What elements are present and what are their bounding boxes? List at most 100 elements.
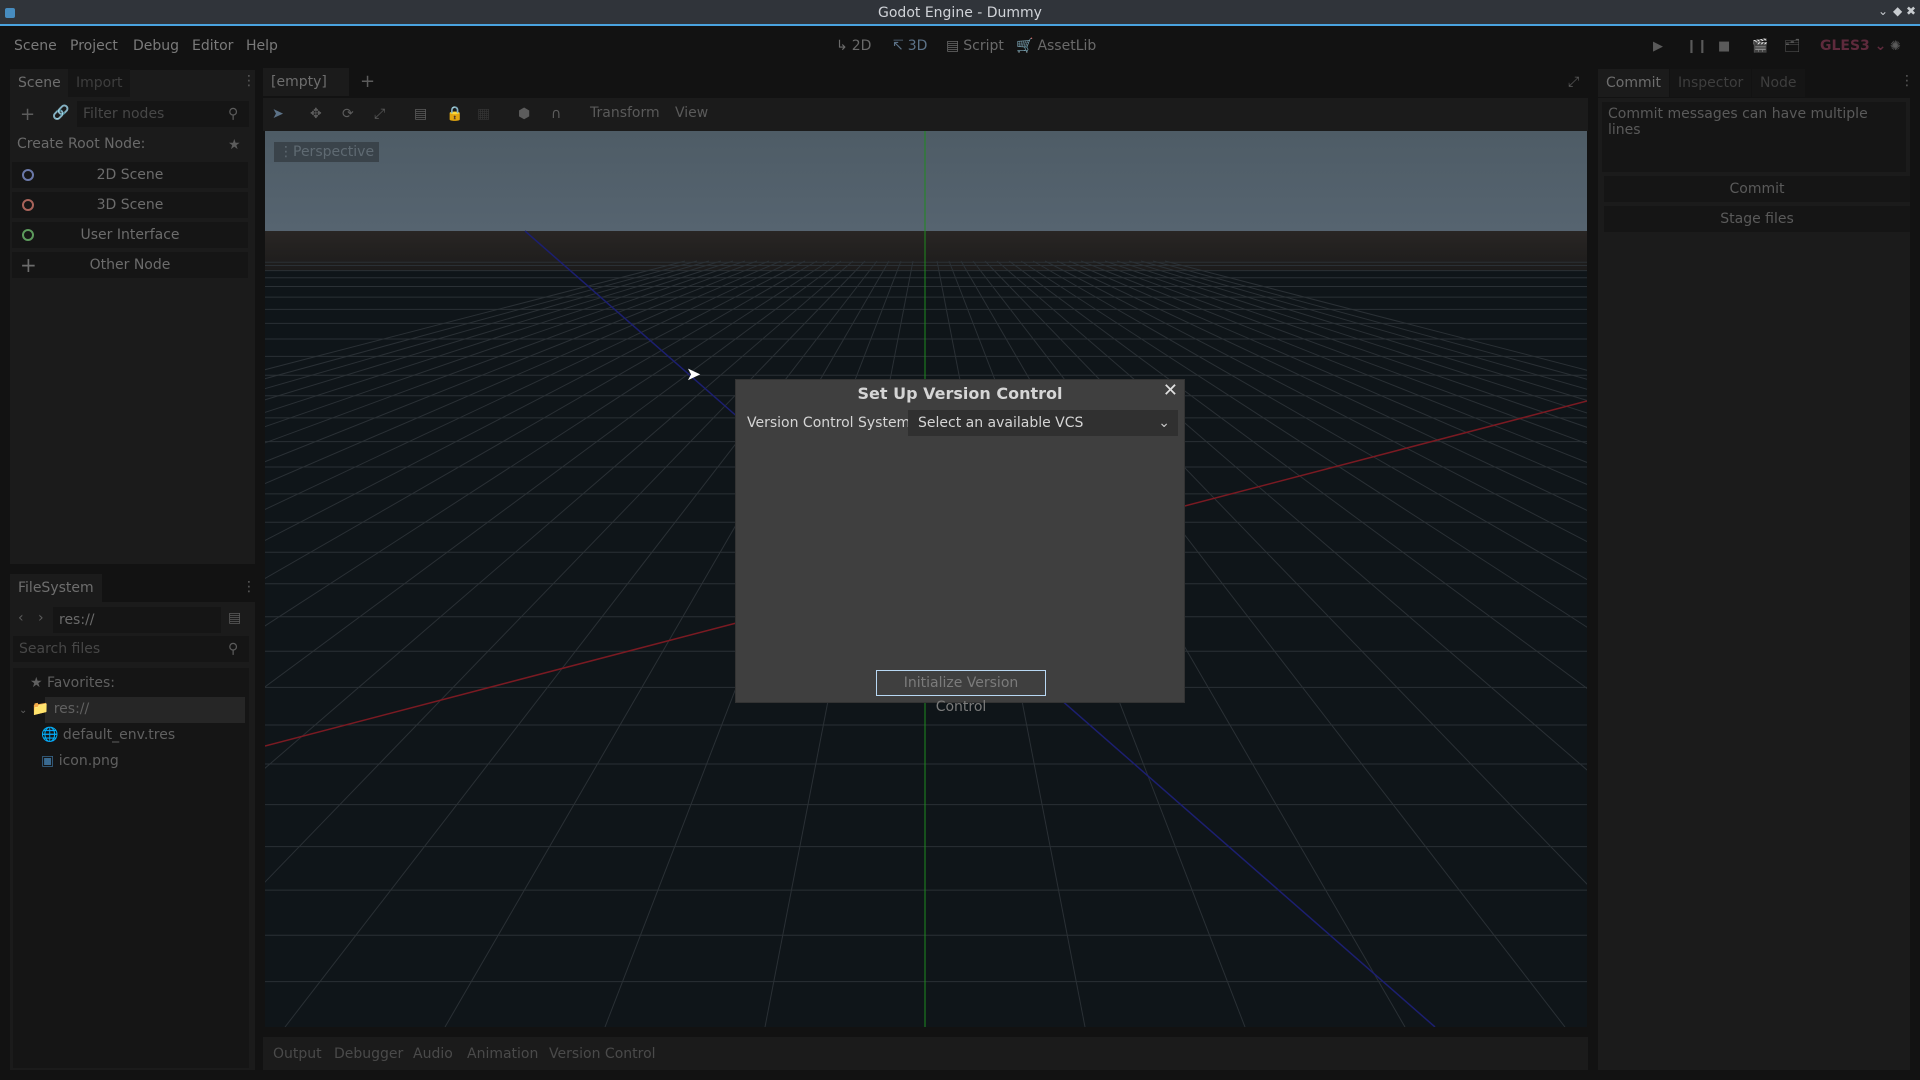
globe-icon: 🌐 bbox=[41, 727, 59, 743]
3d-icon: ↸ bbox=[892, 38, 904, 54]
commit-message-textarea[interactable]: Commit messages can have multiple lines bbox=[1602, 102, 1906, 172]
play-scene-icon[interactable]: 🎬 bbox=[1752, 39, 1768, 54]
menubar: Scene Project Debug Editor Help ↳ 2D ↸ 3D … bbox=[0, 28, 1920, 68]
tab-node[interactable]: Node bbox=[1752, 69, 1805, 97]
snap-icon[interactable]: ∩ bbox=[551, 106, 561, 122]
mode-2d-button[interactable]: ↳ 2D bbox=[836, 38, 871, 54]
root-node-3d-scene[interactable]: 3D Scene bbox=[12, 192, 248, 218]
folder-icon: 📁 bbox=[31, 701, 50, 717]
filter-nodes-input[interactable]: Filter nodes bbox=[77, 101, 249, 127]
assetlib-icon: 🛒 bbox=[1016, 38, 1034, 54]
vcs-select[interactable]: Select an available VCS ⌄ bbox=[908, 410, 1178, 436]
initialize-vcs-button[interactable]: Initialize Version Control bbox=[876, 670, 1046, 715]
add-icon: + bbox=[20, 253, 37, 277]
mouse-cursor-icon: ➤ bbox=[686, 364, 702, 385]
move-tool-icon[interactable]: ✥ bbox=[310, 106, 322, 122]
tab-filesystem[interactable]: FileSystem bbox=[10, 574, 102, 602]
close-window-icon[interactable]: ✖ bbox=[1906, 4, 1916, 18]
grid-line bbox=[1164, 260, 1587, 371]
tab-scene[interactable]: Scene bbox=[10, 69, 69, 97]
file-item[interactable]: 🌐 default_env.tres bbox=[41, 727, 175, 743]
split-view-icon[interactable]: ▤ bbox=[228, 610, 241, 626]
menu-debug[interactable]: Debug bbox=[133, 38, 179, 54]
transform-menu[interactable]: Transform bbox=[590, 105, 660, 121]
window-title: Godot Engine - Dummy bbox=[878, 5, 1042, 21]
grid-line bbox=[265, 260, 806, 542]
image-icon: ▣ bbox=[41, 753, 55, 769]
grid-line bbox=[265, 260, 722, 401]
mode-3d-button[interactable]: ↸ 3D bbox=[892, 38, 927, 54]
mode-assetlib-button[interactable]: 🛒 AssetLib bbox=[1016, 38, 1096, 54]
view-menu[interactable]: View bbox=[675, 105, 708, 121]
file-item[interactable]: ▣ icon.png bbox=[41, 753, 119, 769]
mode-script-button[interactable]: ▤ Script bbox=[946, 38, 1004, 54]
2d-icon: ↳ bbox=[836, 38, 848, 54]
control-icon bbox=[22, 229, 34, 241]
favorites-star-icon[interactable]: ★ bbox=[228, 137, 241, 153]
instance-link-icon[interactable]: 🔗 bbox=[52, 105, 69, 121]
dock-menu-icon[interactable]: ⋮ bbox=[242, 73, 256, 89]
grid-line bbox=[265, 260, 710, 390]
spinner-icon: ✺ bbox=[1890, 39, 1901, 54]
fs-path-input[interactable]: res:// bbox=[53, 607, 221, 633]
group-icon[interactable]: ▦ bbox=[477, 106, 490, 122]
dialog-title: Set Up Version Control bbox=[857, 384, 1063, 403]
grid-line bbox=[265, 260, 734, 413]
tab-audio[interactable]: Audio bbox=[413, 1046, 453, 1062]
rotate-tool-icon[interactable]: ⟳ bbox=[342, 106, 354, 122]
scene-tab-empty[interactable]: [empty] ✕ bbox=[263, 68, 349, 118]
tab-commit[interactable]: Commit bbox=[1598, 69, 1669, 97]
create-root-label: Create Root Node: bbox=[17, 136, 146, 152]
dock-menu-icon[interactable]: ⋮ bbox=[1900, 73, 1914, 89]
search-icon: ⚲ bbox=[228, 106, 239, 122]
chevron-down-icon: ⌄ bbox=[1158, 415, 1170, 431]
root-node-user-interface[interactable]: User Interface bbox=[12, 222, 248, 248]
lock-icon[interactable]: 🔒 bbox=[446, 106, 463, 122]
local-space-icon[interactable]: ⬢ bbox=[518, 106, 530, 122]
fs-menu-icon[interactable]: ⋮ bbox=[242, 579, 256, 595]
spatial-icon bbox=[22, 199, 34, 211]
window-titlebar: Godot Engine - Dummy ⌄ ◆ ✖ bbox=[0, 0, 1920, 26]
back-icon[interactable]: ‹ bbox=[18, 610, 24, 626]
maximize-icon[interactable]: ◆ bbox=[1893, 4, 1902, 18]
star-icon: ★ bbox=[30, 675, 43, 691]
add-tab-icon[interactable]: + bbox=[360, 71, 375, 92]
tab-import[interactable]: Import bbox=[68, 69, 131, 97]
favorites-item[interactable]: ★ Favorites: bbox=[30, 675, 115, 691]
search-files-input[interactable]: Search files bbox=[13, 636, 249, 662]
node2d-icon bbox=[22, 169, 34, 181]
chevron-down-icon: ⌄ bbox=[19, 705, 28, 716]
play-custom-scene-icon[interactable]: 🗂 bbox=[1784, 39, 1801, 54]
pause-icon[interactable]: ❙❙ bbox=[1686, 39, 1708, 54]
res-folder-item[interactable]: ⌄ 📁 res:// bbox=[19, 701, 89, 717]
tab-animation[interactable]: Animation bbox=[467, 1046, 538, 1062]
stop-icon[interactable]: ■ bbox=[1718, 39, 1730, 54]
forward-icon[interactable]: › bbox=[38, 610, 44, 626]
grid-line bbox=[265, 260, 758, 444]
tab-version-control[interactable]: Version Control bbox=[549, 1046, 656, 1062]
perspective-menu[interactable]: ⋮Perspective bbox=[274, 142, 380, 162]
menu-help[interactable]: Help bbox=[246, 38, 278, 54]
root-node-other[interactable]: + Other Node bbox=[12, 252, 248, 278]
renderer-select[interactable]: GLES3 ⌄ bbox=[1820, 38, 1886, 54]
tab-inspector[interactable]: Inspector bbox=[1670, 69, 1752, 97]
stage-files-button[interactable]: Stage files bbox=[1604, 206, 1910, 232]
play-icon[interactable]: ▶ bbox=[1653, 39, 1663, 54]
grid-line bbox=[265, 260, 686, 371]
scale-tool-icon[interactable]: ⤢ bbox=[374, 106, 385, 122]
distraction-free-icon[interactable]: ⤢ bbox=[1568, 74, 1579, 90]
menu-scene[interactable]: Scene bbox=[14, 38, 57, 54]
tab-output[interactable]: Output bbox=[273, 1046, 322, 1062]
list-select-icon[interactable]: ▤ bbox=[414, 106, 427, 122]
close-icon[interactable]: ✕ bbox=[1163, 380, 1178, 401]
right-dock bbox=[1598, 98, 1910, 1070]
root-node-2d-scene[interactable]: 2D Scene bbox=[12, 162, 248, 188]
add-node-icon[interactable]: + bbox=[20, 104, 35, 125]
select-tool-icon[interactable]: ➤ bbox=[272, 106, 284, 122]
commit-button[interactable]: Commit bbox=[1604, 176, 1910, 202]
search-icon: ⚲ bbox=[228, 641, 239, 657]
minimize-icon[interactable]: ⌄ bbox=[1878, 4, 1888, 18]
menu-editor[interactable]: Editor bbox=[192, 38, 233, 54]
menu-project[interactable]: Project bbox=[70, 38, 118, 54]
tab-debugger[interactable]: Debugger bbox=[334, 1046, 403, 1062]
